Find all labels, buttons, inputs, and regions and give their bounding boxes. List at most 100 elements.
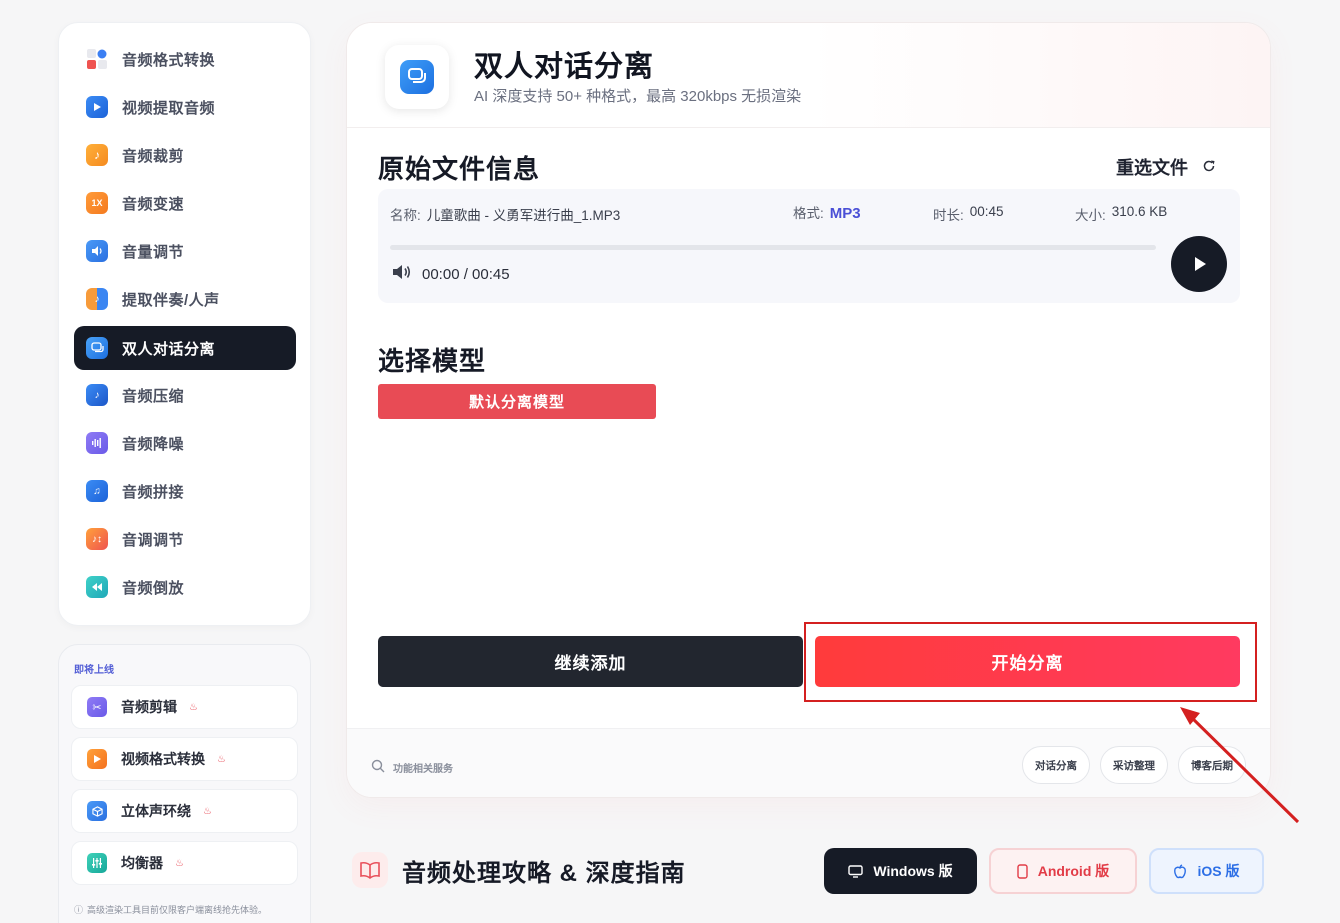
annotation-arrow xyxy=(1180,707,1300,824)
speed-icon: 1X xyxy=(86,192,108,214)
fire-icon: ♨ xyxy=(189,701,198,713)
file-size: 大小: 310.6 KB xyxy=(1075,204,1167,224)
reverse-icon xyxy=(86,576,108,598)
book-icon xyxy=(352,852,388,888)
file-info-box: 名称: 儿童歌曲 - 义勇军进行曲_1.MP3 格式: MP3 时长: 00:4… xyxy=(378,189,1240,303)
speaker-icon[interactable] xyxy=(392,263,412,285)
sidebar-item-label: 音频倒放 xyxy=(122,579,185,597)
playback-progress-bar[interactable] xyxy=(390,245,1156,250)
video-play-icon xyxy=(87,749,107,769)
upcoming-item-label: 立体声环绕 xyxy=(121,803,191,819)
video-extract-icon xyxy=(86,96,108,118)
sidebar-item-label: 音调调节 xyxy=(122,531,185,549)
file-format-label: 格式: xyxy=(793,206,824,221)
upcoming-item-audio-edit[interactable]: ✂ 音频剪辑 ♨ xyxy=(71,685,298,729)
page-title: 双人对话分离 xyxy=(474,51,655,83)
sidebar-item-label: 视频提取音频 xyxy=(122,99,216,117)
sidebar-item-volume[interactable]: 音量调节 xyxy=(74,229,296,273)
start-separation-button[interactable]: 开始分离 xyxy=(815,636,1240,687)
sidebar-item-reverse[interactable]: 音频倒放 xyxy=(74,565,296,609)
model-option-default[interactable]: 默认分离模型 xyxy=(378,384,656,419)
related-services: 功能相关服务 xyxy=(371,759,453,776)
upcoming-item-label: 音频剪辑 xyxy=(121,699,177,715)
upcoming-item-equalizer[interactable]: 均衡器 ♨ xyxy=(71,841,298,885)
upcoming-note: ⓘ 高级渲染工具目前仅限客户端离线抢先体验。 xyxy=(74,903,267,916)
refresh-icon xyxy=(1202,157,1216,178)
dialogue-icon xyxy=(400,60,434,94)
download-android-button[interactable]: Android 版 xyxy=(989,848,1137,894)
sidebar-item-vocal-extract[interactable]: ♪ 提取伴奏/人声 xyxy=(74,277,296,321)
reselect-button[interactable]: 重选文件 xyxy=(1116,154,1216,180)
apple-icon xyxy=(1174,863,1187,878)
download-windows-label: Windows 版 xyxy=(873,863,953,879)
equalizer-icon xyxy=(87,853,107,873)
sidebar-item-video-extract[interactable]: 视频提取音频 xyxy=(74,85,296,129)
file-size-label: 大小: xyxy=(1075,208,1106,223)
sidebar-item-format-convert[interactable]: 音频格式转换 xyxy=(74,37,296,81)
pitch-icon: ♪↕ xyxy=(86,528,108,550)
sidebar-item-denoise[interactable]: 音频降噪 xyxy=(74,421,296,465)
monitor-icon xyxy=(848,864,864,878)
sidebar-item-audio-cut[interactable]: ♪ 音频裁剪 xyxy=(74,133,296,177)
upcoming-note-text: 高级渲染工具目前仅限客户端离线抢先体验。 xyxy=(87,905,268,915)
sidebar-item-label: 音量调节 xyxy=(122,243,185,261)
related-services-label: 功能相关服务 xyxy=(393,764,453,775)
download-windows-button[interactable]: Windows 版 xyxy=(824,848,977,894)
sidebar-item-dialogue-separation[interactable]: 双人对话分离 xyxy=(74,326,296,370)
upcoming-item-video-convert[interactable]: 视频格式转换 ♨ xyxy=(71,737,298,781)
upcoming-panel: 即将上线 ✂ 音频剪辑 ♨ 视频格式转换 ♨ 立体声环绕 ♨ 均衡器 ♨ ⓘ 高… xyxy=(58,644,311,923)
denoise-icon xyxy=(86,432,108,454)
play-button[interactable] xyxy=(1171,236,1227,292)
download-ios-label: iOS 版 xyxy=(1197,863,1240,879)
play-icon xyxy=(1195,257,1206,271)
download-ios-button[interactable]: iOS 版 xyxy=(1149,848,1264,894)
file-name-value: 儿童歌曲 - 义勇军进行曲_1.MP3 xyxy=(426,208,621,223)
file-format-value: MP3 xyxy=(829,205,861,222)
fire-icon: ♨ xyxy=(175,857,184,869)
upcoming-item-label: 均衡器 xyxy=(121,855,163,871)
sidebar-item-label: 音频降噪 xyxy=(122,435,185,453)
file-duration: 时长: 00:45 xyxy=(933,204,1004,224)
file-size-value: 310.6 KB xyxy=(1111,204,1168,219)
volume-icon xyxy=(86,240,108,262)
file-format: 格式: MP3 xyxy=(793,202,861,222)
main-header: 双人对话分离 AI 深度支持 50+ 种格式，最高 320kbps 无损渲染 xyxy=(347,23,1270,128)
time-display: 00:00 / 00:45 xyxy=(422,265,510,283)
guide-heading: 音频处理攻略 & 深度指南 xyxy=(352,852,686,888)
upcoming-item-label: 视频格式转换 xyxy=(121,751,205,767)
sidebar-item-label: 音频压缩 xyxy=(122,387,185,405)
sidebar-item-pitch[interactable]: ♪↕ 音调调节 xyxy=(74,517,296,561)
download-android-label: Android 版 xyxy=(1037,863,1110,879)
upcoming-item-surround[interactable]: 立体声环绕 ♨ xyxy=(71,789,298,833)
info-icon: ⓘ xyxy=(74,905,84,915)
sidebar-item-label: 音频拼接 xyxy=(122,483,185,501)
cube-icon xyxy=(87,801,107,821)
page-subtitle: AI 深度支持 50+ 种格式，最高 320kbps 无损渲染 xyxy=(474,88,802,105)
sidebar-item-compress[interactable]: ♪ 音频压缩 xyxy=(74,373,296,417)
upcoming-title: 即将上线 xyxy=(74,665,114,676)
sidebar-item-speed[interactable]: 1X 音频变速 xyxy=(74,181,296,225)
add-more-button[interactable]: 继续添加 xyxy=(378,636,803,687)
sidebar-item-label: 音频变速 xyxy=(122,195,185,213)
main-card: 双人对话分离 AI 深度支持 50+ 种格式，最高 320kbps 无损渲染 原… xyxy=(346,22,1271,798)
related-services-bar: 功能相关服务 对话分离 采访整理 博客后期 xyxy=(347,728,1270,797)
compress-icon: ♪ xyxy=(86,384,108,406)
sidebar: 音频格式转换 视频提取音频 ♪ 音频裁剪 1X 音频变速 音量调节 ♪ 提取伴奏… xyxy=(58,22,311,626)
search-icon xyxy=(371,759,385,776)
chip-interview-organize[interactable]: 采访整理 xyxy=(1100,746,1168,784)
file-name: 名称: 儿童歌曲 - 义勇军进行曲_1.MP3 xyxy=(390,204,620,224)
audio-cut-icon: ♪ xyxy=(86,144,108,166)
sidebar-item-merge[interactable]: ♫ 音频拼接 xyxy=(74,469,296,513)
phone-icon xyxy=(1017,863,1028,879)
chip-dialogue-separation[interactable]: 对话分离 xyxy=(1022,746,1090,784)
dialogue-icon xyxy=(86,337,108,359)
vocal-extract-icon: ♪ xyxy=(86,288,108,310)
time-row: 00:00 / 00:45 xyxy=(392,263,510,285)
fire-icon: ♨ xyxy=(203,805,212,817)
fire-icon: ♨ xyxy=(217,753,226,765)
format-convert-icon xyxy=(86,48,108,70)
guide-title: 音频处理攻略 & 深度指南 xyxy=(402,859,686,887)
scissors-icon: ✂ xyxy=(87,697,107,717)
sidebar-item-label: 提取伴奏/人声 xyxy=(122,291,220,309)
merge-icon: ♫ xyxy=(86,480,108,502)
